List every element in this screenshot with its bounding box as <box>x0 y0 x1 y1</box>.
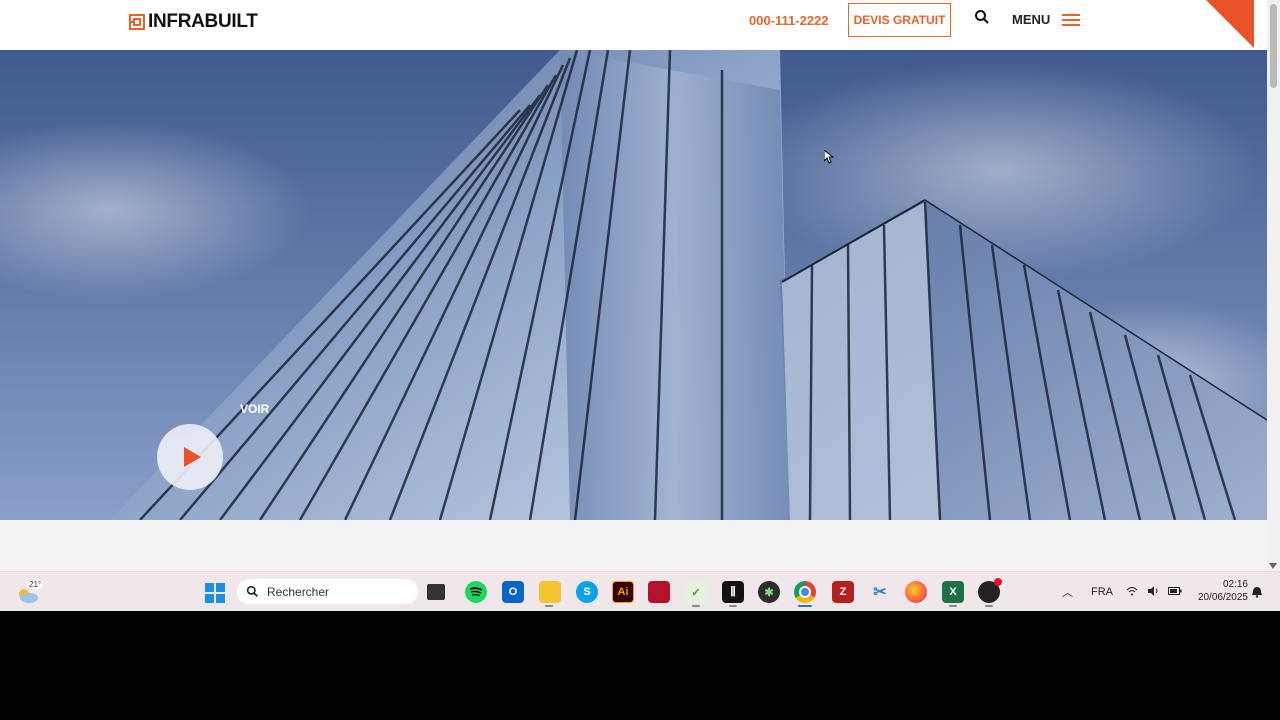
phone-link[interactable]: 000-111-2222 <box>749 13 829 28</box>
snipping-tool-icon[interactable]: ✂ <box>869 581 891 603</box>
play-video-label[interactable]: VOIR <box>240 402 269 416</box>
task-view-icon[interactable] <box>427 584 445 600</box>
excel-icon[interactable]: X <box>942 581 964 603</box>
menu-button[interactable]: MENU <box>1012 12 1081 27</box>
app-green-check-icon[interactable]: ✓ <box>685 581 707 603</box>
free-quote-button[interactable]: DEVIS GRATUIT <box>848 3 951 37</box>
page-scrollbar[interactable] <box>1267 0 1280 571</box>
mouse-cursor-icon <box>824 150 834 164</box>
browser-viewport: INFRABUILT 000-111-2222 DEVIS GRATUIT ME… <box>0 0 1280 571</box>
play-video-button[interactable] <box>157 424 223 490</box>
chrome-icon[interactable] <box>794 581 816 603</box>
clock-time: 02:16 <box>1222 579 1248 590</box>
clock-date: 20/06/2025 <box>1197 592 1248 603</box>
menu-label: MENU <box>1012 12 1051 27</box>
play-icon <box>184 447 201 467</box>
weather-widget[interactable]: 21° <box>14 578 48 608</box>
corner-decoration <box>1206 0 1254 48</box>
hamburger-icon <box>1062 13 1081 26</box>
logo-text: INFRABUILT <box>148 11 258 32</box>
language-indicator[interactable]: FRA <box>1091 572 1113 612</box>
notification-bell-icon <box>1252 587 1262 598</box>
active-indicator <box>798 605 812 607</box>
site-header: INFRABUILT 000-111-2222 DEVIS GRATUIT ME… <box>0 0 1267 51</box>
notification-button[interactable] <box>1251 572 1263 612</box>
system-tray-status[interactable] <box>1126 572 1182 612</box>
system-clock[interactable]: 02:16 20/06/2025 <box>1188 578 1248 604</box>
app-black-icon[interactable] <box>978 578 1002 603</box>
wifi-icon <box>1126 586 1138 599</box>
search-icon[interactable] <box>974 9 990 25</box>
running-indicator <box>729 605 737 607</box>
app-red-icon[interactable] <box>648 581 670 603</box>
weather-temperature: 21° <box>27 580 44 589</box>
site-logo[interactable]: INFRABUILT <box>129 11 258 33</box>
content-section <box>0 520 1267 571</box>
illustrator-icon[interactable]: Ai <box>612 581 634 603</box>
skype-icon[interactable]: S <box>576 581 598 603</box>
scrollbar-thumb[interactable] <box>1270 4 1277 88</box>
firefox-icon[interactable] <box>905 581 927 603</box>
scroll-down-icon[interactable] <box>1269 563 1277 569</box>
battery-icon <box>1168 586 1182 599</box>
filezilla-icon[interactable]: Z <box>832 581 854 603</box>
letterbox-area <box>0 611 1280 720</box>
running-indicator <box>692 605 700 607</box>
logo-icon <box>129 14 145 30</box>
search-icon <box>246 585 258 597</box>
volume-icon <box>1147 585 1159 599</box>
start-button[interactable] <box>205 583 225 603</box>
hero-banner: VOIR <box>0 50 1267 520</box>
taskbar-search[interactable]: Rechercher <box>237 579 418 604</box>
windows-taskbar: 21° Rechercher O S Ai ✓ ⫼ ✱ Z ✂ X ︿ FRA <box>0 571 1280 611</box>
running-indicator <box>985 605 993 607</box>
running-indicator <box>545 605 553 607</box>
outlook-icon[interactable]: O <box>502 581 524 603</box>
chevron-up-icon: ︿ <box>1062 587 1073 599</box>
file-explorer-icon[interactable] <box>539 581 561 603</box>
app-green-sphere-icon[interactable]: ✱ <box>758 581 780 603</box>
running-indicator <box>949 605 957 607</box>
app-piano-icon[interactable]: ⫼ <box>722 581 744 603</box>
show-hidden-icons-button[interactable]: ︿ <box>1062 572 1073 612</box>
spotify-icon[interactable] <box>465 581 487 603</box>
search-placeholder: Rechercher <box>267 584 330 599</box>
